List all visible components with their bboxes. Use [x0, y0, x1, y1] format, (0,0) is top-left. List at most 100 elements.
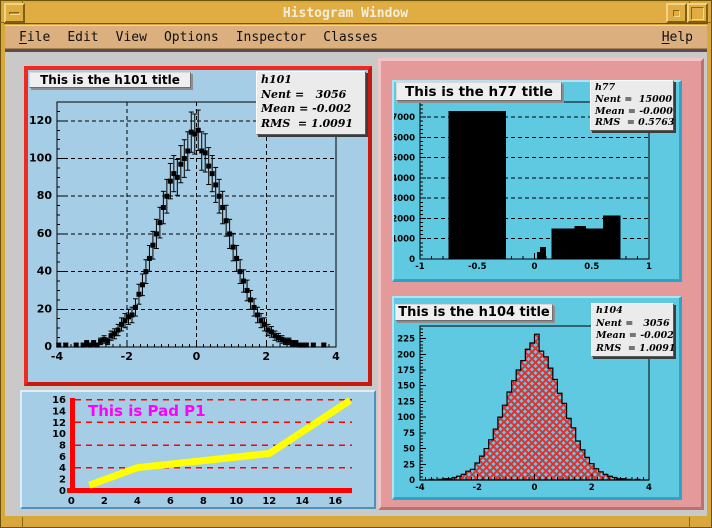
svg-text:-4: -4	[415, 483, 425, 493]
svg-text:-4: -4	[51, 350, 64, 363]
pad-h101[interactable]: -4-2024020406080100120 This is the h101 …	[24, 66, 372, 386]
svg-text:100: 100	[397, 413, 415, 423]
menu-item-view[interactable]: View	[116, 30, 147, 45]
stats-line: Mean = -0.002	[596, 330, 669, 343]
svg-text:12: 12	[52, 418, 66, 429]
minimize-icon	[673, 10, 680, 17]
stats-line: Nent = 15000	[595, 94, 669, 106]
svg-text:20: 20	[37, 302, 53, 315]
svg-text:3000: 3000	[392, 194, 415, 204]
stats-line: RMS = 1.0091	[261, 117, 361, 132]
h77-title-text: This is the h77 title	[405, 84, 553, 100]
svg-text:120: 120	[29, 114, 52, 127]
svg-text:4: 4	[332, 350, 340, 363]
h104-title-text: This is the h104 title	[398, 305, 549, 320]
pad-h104[interactable]: -4-20240255075100125150175200225 This is…	[392, 296, 682, 500]
stats-line: RMS = 1.0091	[596, 343, 669, 356]
frame-resize-notch[interactable]	[22, 0, 23, 3]
stats-line: Nent = 3056	[596, 318, 669, 331]
menu-item-options[interactable]: Options	[164, 30, 219, 45]
menu-item-help[interactable]: Help	[662, 30, 693, 45]
stats-line: h104	[596, 305, 669, 318]
h77-stats-box[interactable]: h77Nent = 15000Mean = -0.000RMS = 0.5763	[590, 80, 674, 131]
h104-stats-box[interactable]: h104Nent = 3056Mean = -0.002RMS = 1.0091	[591, 303, 674, 357]
svg-text:6000: 6000	[392, 133, 415, 143]
menu-item-edit[interactable]: Edit	[67, 30, 98, 45]
svg-text:150: 150	[397, 382, 415, 392]
svg-text:8: 8	[200, 496, 207, 507]
title-bar[interactable]: Histogram Window	[4, 3, 708, 24]
svg-text:0: 0	[68, 496, 75, 507]
svg-text:2: 2	[59, 474, 66, 485]
svg-text:5000: 5000	[392, 154, 415, 164]
maximize-button[interactable]	[687, 3, 708, 23]
menu-item-inspector[interactable]: Inspector	[236, 30, 306, 45]
stats-line: Mean = -0.002	[261, 102, 361, 117]
svg-text:7000: 7000	[392, 113, 415, 123]
svg-text:75: 75	[403, 429, 415, 439]
svg-text:2: 2	[101, 496, 108, 507]
svg-text:0: 0	[532, 483, 538, 493]
histogram-window: Histogram Window File Edit View Options Insp…	[0, 0, 712, 528]
svg-text:200: 200	[397, 350, 415, 360]
svg-text:0: 0	[532, 262, 538, 272]
h101-stats-box[interactable]: h101Nent = 3056Mean = -0.002RMS = 1.0091	[256, 71, 366, 135]
svg-text:-0.5: -0.5	[468, 262, 487, 272]
subcanvas-pink[interactable]: -1 -0.5 0 0.5 1 0 1000 2000 3000 4000 5000 6000 7000…	[378, 58, 704, 510]
stats-line: RMS = 0.5763	[595, 117, 669, 129]
svg-text:4: 4	[59, 463, 66, 474]
svg-text:1000: 1000	[392, 235, 415, 245]
svg-text:80: 80	[37, 189, 53, 202]
menu-bar: File Edit View Options Inspector Classes Help	[5, 25, 707, 49]
pad-h77[interactable]: -1-0.500.5101000200030004000500060007000…	[392, 80, 682, 282]
h77-title-box[interactable]: This is the h77 title	[396, 82, 562, 101]
menu-item-file[interactable]: File	[19, 30, 50, 45]
svg-text:25: 25	[403, 460, 415, 470]
svg-text:2: 2	[262, 350, 270, 363]
svg-text:100: 100	[29, 152, 52, 165]
minimize-button[interactable]	[666, 3, 687, 23]
frame-resize-notch[interactable]	[708, 22, 712, 23]
svg-text:12: 12	[262, 496, 276, 507]
svg-text:-2: -2	[473, 483, 483, 493]
svg-text:4000: 4000	[392, 174, 415, 184]
svg-text:125: 125	[397, 397, 415, 407]
svg-text:2000: 2000	[392, 214, 415, 224]
h101-title-box[interactable]: This is the h101 title	[29, 72, 191, 88]
svg-text:2: 2	[589, 483, 595, 493]
svg-text:4: 4	[134, 496, 141, 507]
svg-text:16: 16	[52, 395, 66, 406]
frame-resize-notch[interactable]	[22, 517, 23, 528]
svg-text:10: 10	[52, 429, 66, 440]
maximize-icon	[691, 7, 704, 20]
h101-title-text: This is the h101 title	[40, 73, 180, 87]
window-menu-button[interactable]	[4, 3, 25, 23]
h104-title-box[interactable]: This is the h104 title	[395, 304, 553, 321]
svg-text:225: 225	[397, 335, 415, 345]
frame-resize-notch[interactable]	[689, 0, 690, 3]
svg-text:-1: -1	[415, 262, 425, 272]
svg-text:14: 14	[52, 407, 66, 418]
pad-p1[interactable]: 02468101214160246810121416 This is Pad P…	[20, 390, 376, 509]
stats-line: h77	[595, 82, 669, 94]
svg-text:0: 0	[59, 486, 66, 497]
p1-title-text[interactable]: This is Pad P1	[88, 402, 206, 420]
stats-line: h101	[261, 73, 361, 88]
svg-text:4: 4	[646, 483, 652, 493]
stats-line: Nent = 3056	[261, 88, 361, 103]
window-title: Histogram Window	[25, 3, 666, 23]
svg-text:16: 16	[328, 496, 342, 507]
svg-text:6: 6	[167, 496, 174, 507]
svg-text:1: 1	[646, 262, 652, 272]
svg-text:175: 175	[397, 366, 415, 376]
svg-text:0: 0	[193, 350, 201, 363]
svg-text:60: 60	[37, 227, 53, 240]
svg-text:0.5: 0.5	[584, 262, 599, 272]
svg-text:50: 50	[403, 445, 415, 455]
root-canvas[interactable]: -4-2024020406080100120 This is the h101 …	[5, 52, 707, 516]
svg-text:8: 8	[59, 441, 66, 452]
svg-text:0: 0	[44, 340, 52, 353]
menu-item-classes[interactable]: Classes	[323, 30, 378, 45]
frame-resize-notch[interactable]	[689, 517, 690, 528]
frame-resize-notch[interactable]	[0, 22, 4, 23]
